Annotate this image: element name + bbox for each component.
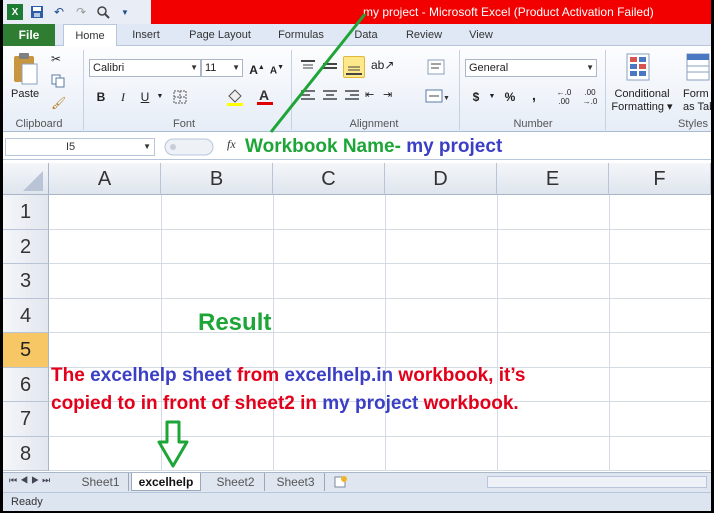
annotation-arrows <box>157 13 367 468</box>
insert-sheet-icon[interactable] <box>333 475 349 489</box>
status-text: Ready <box>11 496 43 508</box>
sheet-tab-sheet2[interactable]: Sheet2 <box>207 473 265 491</box>
sheet-tab-sheet1[interactable]: Sheet1 <box>73 473 129 491</box>
title-pointer-line <box>269 13 367 133</box>
excel-window: X ↶ ↷ ▼ my project - Microsoft Excel (Pr… <box>3 0 711 511</box>
sheet-nav-arrows-icon[interactable]: ⏮◀▶⏭ <box>9 475 53 486</box>
sheet-tab-excelhelp[interactable]: excelhelp <box>131 473 201 491</box>
horizontal-scrollbar[interactable] <box>487 476 707 488</box>
status-bar: Ready <box>3 492 711 511</box>
sheet-tab-sheet3[interactable]: Sheet3 <box>267 473 325 491</box>
down-arrow-icon <box>157 420 189 468</box>
